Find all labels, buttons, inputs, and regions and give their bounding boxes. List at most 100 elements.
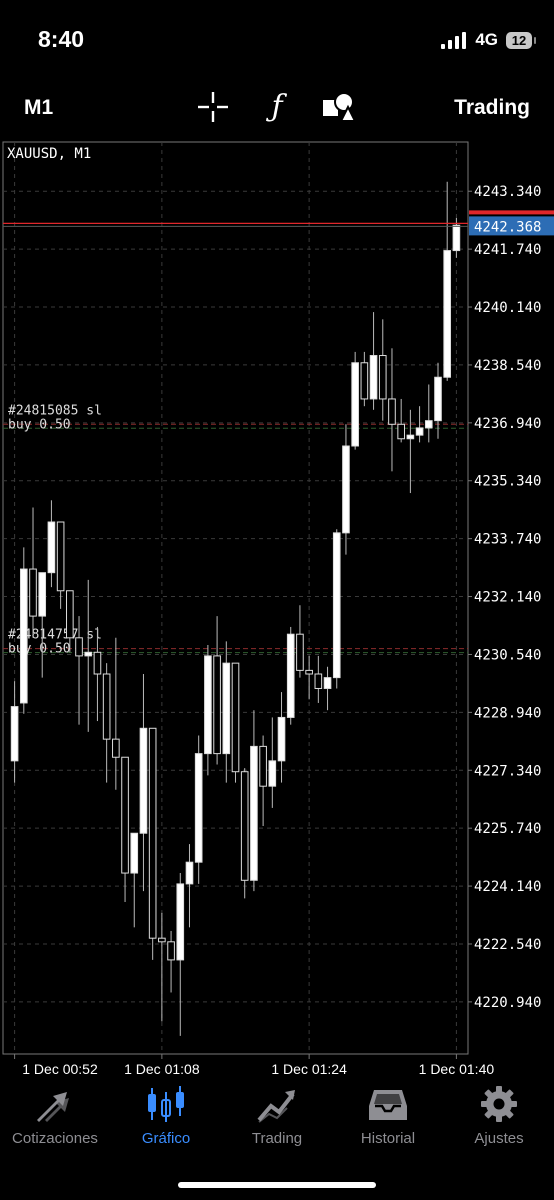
candle-body [268,760,277,787]
candle-body [397,423,405,440]
candle-body [388,398,396,425]
candle [10,681,19,783]
candle-body [296,633,304,671]
candle [204,645,212,776]
candle-body [406,434,415,440]
signal-bars-icon [441,31,467,49]
chart-toolbar: M1 ƒ Trading [0,84,554,130]
candle [424,384,433,443]
candle-body [213,655,221,755]
candle-body [360,362,369,400]
candle [176,873,185,1036]
candle [56,521,65,609]
candle-body [112,738,120,758]
candle-body [443,250,452,378]
time-tick-label: 1 Dec 01:08 [124,1061,200,1077]
candle-body [176,883,185,961]
candle-body [75,637,83,657]
time-tick-label: 1 Dec 01:40 [419,1061,495,1077]
candle [139,674,148,892]
timeframe-button[interactable]: M1 [24,96,53,120]
tab-settings[interactable]: Ajustes [444,1082,554,1152]
candle-body [102,673,111,740]
candle [314,655,323,703]
price-tick-label: 4241.740 [474,242,541,258]
price-tick-label: 4235.340 [474,474,541,490]
price-tick-label: 4224.140 [474,879,541,895]
tab-label: Cotizaciones [12,1130,98,1147]
price-tick-label: 4233.740 [474,532,541,548]
candle-body [222,662,231,755]
home-indicator [178,1182,376,1188]
candlestick-chart[interactable]: 4243.340 4241.740 4240.140 4238.540 4236.940… [0,138,554,1078]
candle-body [185,861,194,885]
tab-quotes[interactable]: Cotizaciones [0,1082,110,1152]
candle-body [148,727,157,939]
candle-body [139,727,148,834]
candle-body [158,937,166,943]
candle [158,912,166,1022]
candle [112,637,120,790]
candle-body [332,532,341,679]
candle-body [167,941,175,961]
candle [29,507,37,638]
candle-body [56,521,65,592]
candle [388,348,396,472]
tab-history[interactable]: Historial [333,1082,443,1152]
candle-body [452,224,461,252]
order-id-label: #24815085 sl [8,403,102,418]
candle-body [121,756,129,874]
candle [130,832,139,928]
settings-gear-icon [444,1082,554,1124]
network-type: 4G [475,30,498,49]
tab-chart[interactable]: Gráfico [111,1082,221,1152]
price-tick-label: 4227.340 [474,763,541,779]
candle [286,626,295,725]
candle-body [10,706,19,762]
candle [342,424,350,555]
candle-body [66,590,74,639]
price-tick-label: 4238.540 [474,358,541,374]
tab-trading[interactable]: Trading [222,1082,332,1152]
candle-body [38,572,47,617]
trading-button[interactable]: Trading [454,96,530,120]
candle [194,735,203,884]
status-bar: 8:40 4G 12 [0,0,554,80]
candle [305,655,313,700]
candle-body [47,521,56,574]
candle-body [305,669,313,675]
candle [369,312,378,410]
objects-shapes-icon[interactable] [322,90,356,124]
candle [121,756,129,902]
price-tick-label: 4232.140 [474,590,541,606]
price-chart[interactable]: 4243.340 4241.740 4240.140 4238.540 4236.940… [0,138,554,1078]
history-inbox-icon [333,1082,443,1124]
price-tick-label: 4240.140 [474,300,541,316]
candle-body [277,716,286,762]
candle-body [194,753,203,863]
candle [240,768,249,899]
candle-body [415,427,424,436]
candle-body [434,376,442,422]
battery-level: 12 [511,32,527,48]
indicators-f-icon[interactable]: ƒ [260,90,294,124]
price-tick-label: 4225.740 [474,821,541,837]
candle [222,641,231,783]
candle-body [84,651,93,657]
candle [378,319,387,421]
current-price-label: 4242.368 [474,219,541,235]
candle-body [259,745,267,787]
candle [213,616,221,765]
candle-body [93,651,102,675]
candle [296,605,304,678]
status-time: 8:40 [38,26,85,52]
candle-body [250,745,258,881]
crosshair-icon[interactable] [196,90,230,124]
time-tick-label: 1 Dec 00:52 [22,1061,98,1077]
battery-icon: 12 [506,31,536,49]
candle-body [29,568,37,617]
candle-body [231,662,240,773]
candle [102,663,111,783]
order-side-label: buy 0.50 [8,417,71,432]
candle [38,572,47,678]
